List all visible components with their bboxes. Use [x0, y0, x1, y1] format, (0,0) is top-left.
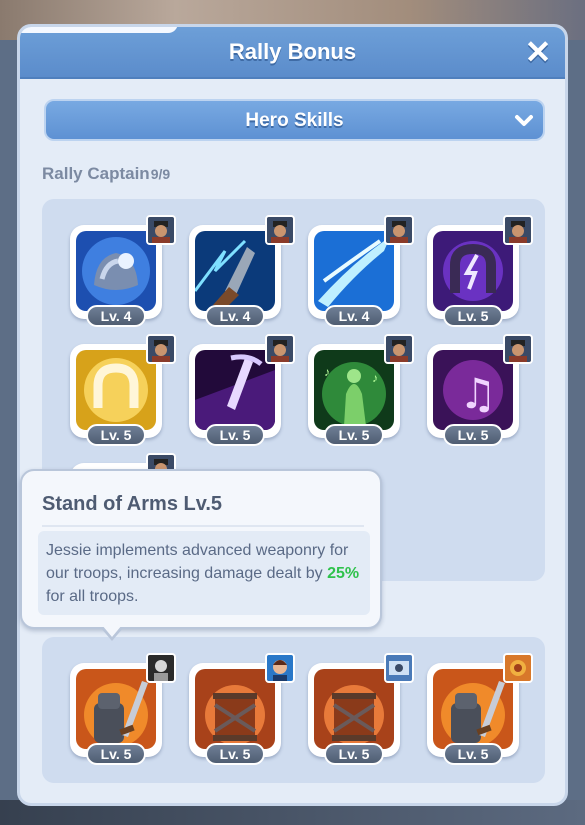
hero-portrait-icon	[503, 334, 533, 364]
skill-slot[interactable]: Lv. 5	[189, 653, 295, 765]
hero-portrait-icon	[384, 215, 414, 245]
ice-shield-icon	[76, 231, 156, 311]
skill-slot[interactable]: Lv. 5	[70, 653, 176, 765]
rally-bonus-panel: Rally Bonus ✕ Hero Skills Rally Captain9…	[17, 24, 568, 806]
music-note-icon: ♫	[433, 350, 513, 430]
hero-portrait-icon	[146, 334, 176, 364]
skill-level-badge: Lv. 5	[443, 424, 503, 446]
skill-slot[interactable]: Lv. 5	[427, 653, 533, 765]
svg-text:♪: ♪	[324, 365, 330, 379]
skill-level-badge: Lv. 5	[205, 424, 265, 446]
svg-text:♫: ♫	[459, 369, 497, 418]
skill-slot[interactable]: Lv. 4	[70, 215, 176, 327]
stand-of-arms-icon	[433, 669, 513, 749]
lightning-blade-icon	[195, 231, 275, 311]
hero-portrait-icon	[503, 653, 533, 683]
hero-portrait-icon	[265, 653, 295, 683]
snow-decoration	[20, 27, 178, 33]
fire-barrel-icon	[314, 669, 394, 749]
skill-level-badge: Lv. 5	[86, 743, 146, 765]
hero-portrait-icon	[265, 334, 295, 364]
hero-portrait-icon	[384, 334, 414, 364]
tooltip-highlight-value: 25%	[327, 565, 360, 582]
tooltip-description: Jessie implements advanced weaponry for …	[38, 531, 370, 615]
skill-level-badge: Lv. 4	[324, 305, 384, 327]
skill-slot[interactable]: Lv. 4	[308, 215, 414, 327]
tooltip-desc-after: for all troops.	[46, 588, 139, 605]
tooltip-title: Stand of Arms Lv.5	[42, 493, 223, 515]
section-count: 9/9	[150, 166, 171, 182]
skill-level-badge: Lv. 5	[86, 424, 146, 446]
skill-slot[interactable]: Lv. 5	[427, 215, 533, 327]
close-button[interactable]: ✕	[523, 34, 553, 70]
skill-type-dropdown[interactable]: Hero Skills	[44, 99, 545, 141]
hero-portrait-icon	[384, 653, 414, 683]
tooltip-desc-before: Jessie implements advanced weaponry for …	[46, 542, 349, 582]
dropdown-label: Hero Skills	[245, 110, 344, 131]
skill-tooltip: Stand of Arms Lv.5 Jessie implements adv…	[20, 469, 382, 629]
fire-barrel-icon	[195, 669, 275, 749]
golden-horseshoe-icon	[76, 350, 156, 430]
skill-slot[interactable]: Lv. 4	[189, 215, 295, 327]
skill-slot[interactable]: Lv. 5	[70, 334, 176, 446]
tooltip-arrow-inner	[102, 625, 122, 637]
skill-slot[interactable]: Lv. 5	[308, 653, 414, 765]
tooltip-divider	[42, 525, 364, 527]
skill-level-badge: Lv. 5	[443, 743, 503, 765]
lightning-horseshoe-icon	[433, 231, 513, 311]
title-bar: Rally Bonus ✕	[20, 27, 565, 79]
section-label: Rally Captain9/9	[42, 164, 170, 184]
chevron-down-icon	[511, 107, 537, 133]
stand-of-arms-icon	[76, 669, 156, 749]
skill-level-badge: Lv. 5	[443, 305, 503, 327]
hero-portrait-icon	[265, 215, 295, 245]
panel-title: Rally Bonus	[228, 39, 357, 64]
skill-slot[interactable]: ♪ ♪ Lv. 5	[308, 334, 414, 446]
skill-level-badge: Lv. 4	[205, 305, 265, 327]
skill-slot[interactable]: ♫ Lv. 5	[427, 334, 533, 446]
green-spirit-icon: ♪ ♪	[314, 350, 394, 430]
skill-level-badge: Lv. 5	[205, 743, 265, 765]
pickaxe-strike-icon	[195, 350, 275, 430]
hero-portrait-icon	[503, 215, 533, 245]
skill-level-badge: Lv. 5	[324, 743, 384, 765]
hero-portrait-icon	[146, 653, 176, 683]
skill-level-badge: Lv. 5	[324, 424, 384, 446]
svg-text:♪: ♪	[372, 371, 378, 385]
skill-level-badge: Lv. 4	[86, 305, 146, 327]
ice-slash-icon	[314, 231, 394, 311]
close-icon: ✕	[524, 34, 552, 70]
skill-slot[interactable]: Lv. 5	[189, 334, 295, 446]
hero-portrait-icon	[146, 215, 176, 245]
section-title: Rally Captain	[42, 164, 150, 183]
